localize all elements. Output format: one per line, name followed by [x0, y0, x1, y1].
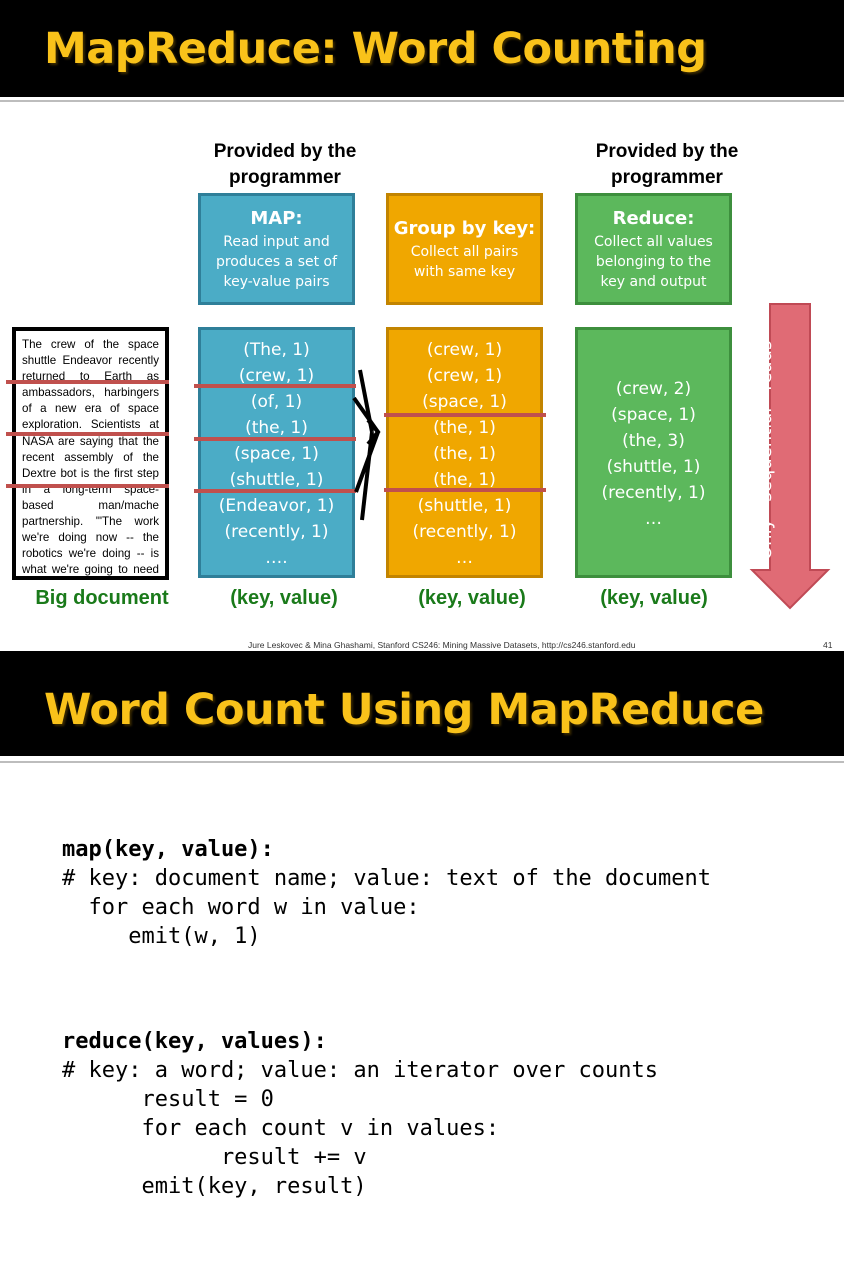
map-title: MAP:: [250, 208, 303, 229]
red-separator: [194, 437, 356, 441]
reduce-description-box: Reduce: Collect all values belonging to …: [575, 193, 732, 305]
group-pair-item: (crew, 1): [426, 340, 503, 360]
red-separator: [384, 488, 546, 492]
red-separator: [6, 484, 169, 488]
map-code-block: map(key, value): # key: document name; va…: [62, 835, 711, 951]
page-number: 41: [823, 640, 833, 650]
reduce-pair-item: (recently, 1): [601, 483, 706, 503]
reduce-pair-item: (crew, 2): [615, 379, 692, 399]
code-line: emit(w, 1): [62, 924, 261, 949]
slide-mapreduce-word-counting: MapReduce: Word Counting Provided by the…: [0, 0, 844, 651]
map-pair-item: (Endeavor, 1): [218, 496, 335, 516]
code-line: # key: document name; value: text of the…: [62, 866, 712, 891]
heading-provided-left: Provided by the programmer: [213, 141, 357, 188]
reduce-pair-item: (the, 3): [622, 431, 685, 451]
footer-credit: Jure Leskovec & Mina Ghashami, Stanford …: [248, 640, 636, 650]
reduce-pairs-list: (crew, 2) (space, 1) (the, 3) (shuttle, 1) (…: [578, 376, 729, 532]
title-divider: [0, 100, 844, 102]
red-separator: [6, 432, 169, 436]
group-pair-item: (the, 1): [433, 444, 496, 464]
caption-group-key-value: (key, value): [418, 587, 526, 609]
map-description: Read input and produces a set of key-val…: [215, 234, 338, 290]
code-line: result = 0: [62, 1087, 274, 1112]
title-bar: Word Count Using MapReduce: [0, 651, 844, 756]
group-pair-item: (shuttle, 1): [417, 496, 512, 516]
map-pairs-list: (The, 1) (crew, 1) (of, 1) (the, 1) (space, …: [201, 337, 352, 571]
code-line: # key: a word; value: an iterator over c…: [62, 1058, 659, 1083]
map-pair-item: (space, 1): [234, 444, 319, 464]
group-pair-item: (crew, 1): [426, 366, 503, 386]
slide-word-count-code: Word Count Using MapReduce map(key, valu…: [0, 651, 844, 1281]
title-bar: MapReduce: Word Counting: [0, 0, 844, 97]
group-pairs-list: (crew, 1) (crew, 1) (space, 1) (the, 1) (the…: [389, 337, 540, 571]
group-pairs-box: (crew, 1) (crew, 1) (space, 1) (the, 1) (the…: [386, 327, 543, 578]
red-separator: [194, 489, 356, 493]
code-line: emit(key, result): [62, 1174, 367, 1199]
reduce-pair-item: (shuttle, 1): [606, 457, 701, 477]
map-pair-item: (recently, 1): [224, 522, 329, 542]
reduce-description: Collect all values belonging to the key …: [594, 234, 713, 290]
slide-title: MapReduce: Word Counting: [44, 24, 707, 74]
group-pair-item: (space, 1): [422, 392, 507, 412]
code-line: for each count v in values:: [62, 1116, 500, 1141]
reduce-pairs-box: (crew, 2) (space, 1) (the, 3) (shuttle, 1) (…: [575, 327, 732, 578]
red-separator: [6, 380, 169, 384]
reduce-code-lines: # key: a word; value: an iterator over c…: [62, 1056, 658, 1201]
reduce-title: Reduce:: [612, 208, 695, 229]
reduce-code-block: reduce(key, values): # key: a word; value…: [62, 1027, 658, 1201]
map-pair-item: ….: [265, 548, 288, 568]
group-description-box: Group by key: Collect all pairs with sam…: [386, 193, 543, 305]
group-title: Group by key:: [393, 218, 536, 239]
map-code-lines: # key: document name; value: text of the…: [62, 864, 711, 951]
reduce-pair-item: (space, 1): [611, 405, 696, 425]
map-description-box: MAP: Read input and produces a set of ke…: [198, 193, 355, 305]
big-document: The crew of the space shuttle Endeavor r…: [12, 327, 169, 580]
title-divider: [0, 761, 844, 763]
shuffle-arrows: [352, 369, 381, 521]
group-description: Collect all pairs with same key: [410, 244, 519, 280]
map-pair-item: (of, 1): [250, 392, 303, 412]
heading-provided-right: Provided by the programmer: [595, 141, 739, 188]
code-line: for each word w in value:: [62, 895, 420, 920]
red-separator: [384, 413, 546, 417]
group-pair-item: (recently, 1): [412, 522, 517, 542]
caption-reduce-key-value: (key, value): [600, 587, 708, 609]
slide-title: Word Count Using MapReduce: [44, 685, 764, 735]
map-pair-item: (The, 1): [243, 340, 310, 360]
map-signature: map(key, value):: [62, 837, 274, 862]
caption-map-key-value: (key, value): [230, 587, 338, 609]
reduce-pair-item: …: [645, 509, 662, 529]
caption-big-document: Big document: [35, 587, 169, 609]
map-pairs-box: (The, 1) (crew, 1) (of, 1) (the, 1) (space, …: [198, 327, 355, 578]
red-separator: [194, 384, 356, 388]
sequential-reads-label: Only sequential reads: [755, 340, 776, 560]
group-pair-item: …: [456, 548, 473, 568]
group-pair-item: (the, 1): [433, 418, 496, 438]
reduce-signature: reduce(key, values):: [62, 1029, 327, 1054]
code-line: result += v: [62, 1145, 367, 1170]
